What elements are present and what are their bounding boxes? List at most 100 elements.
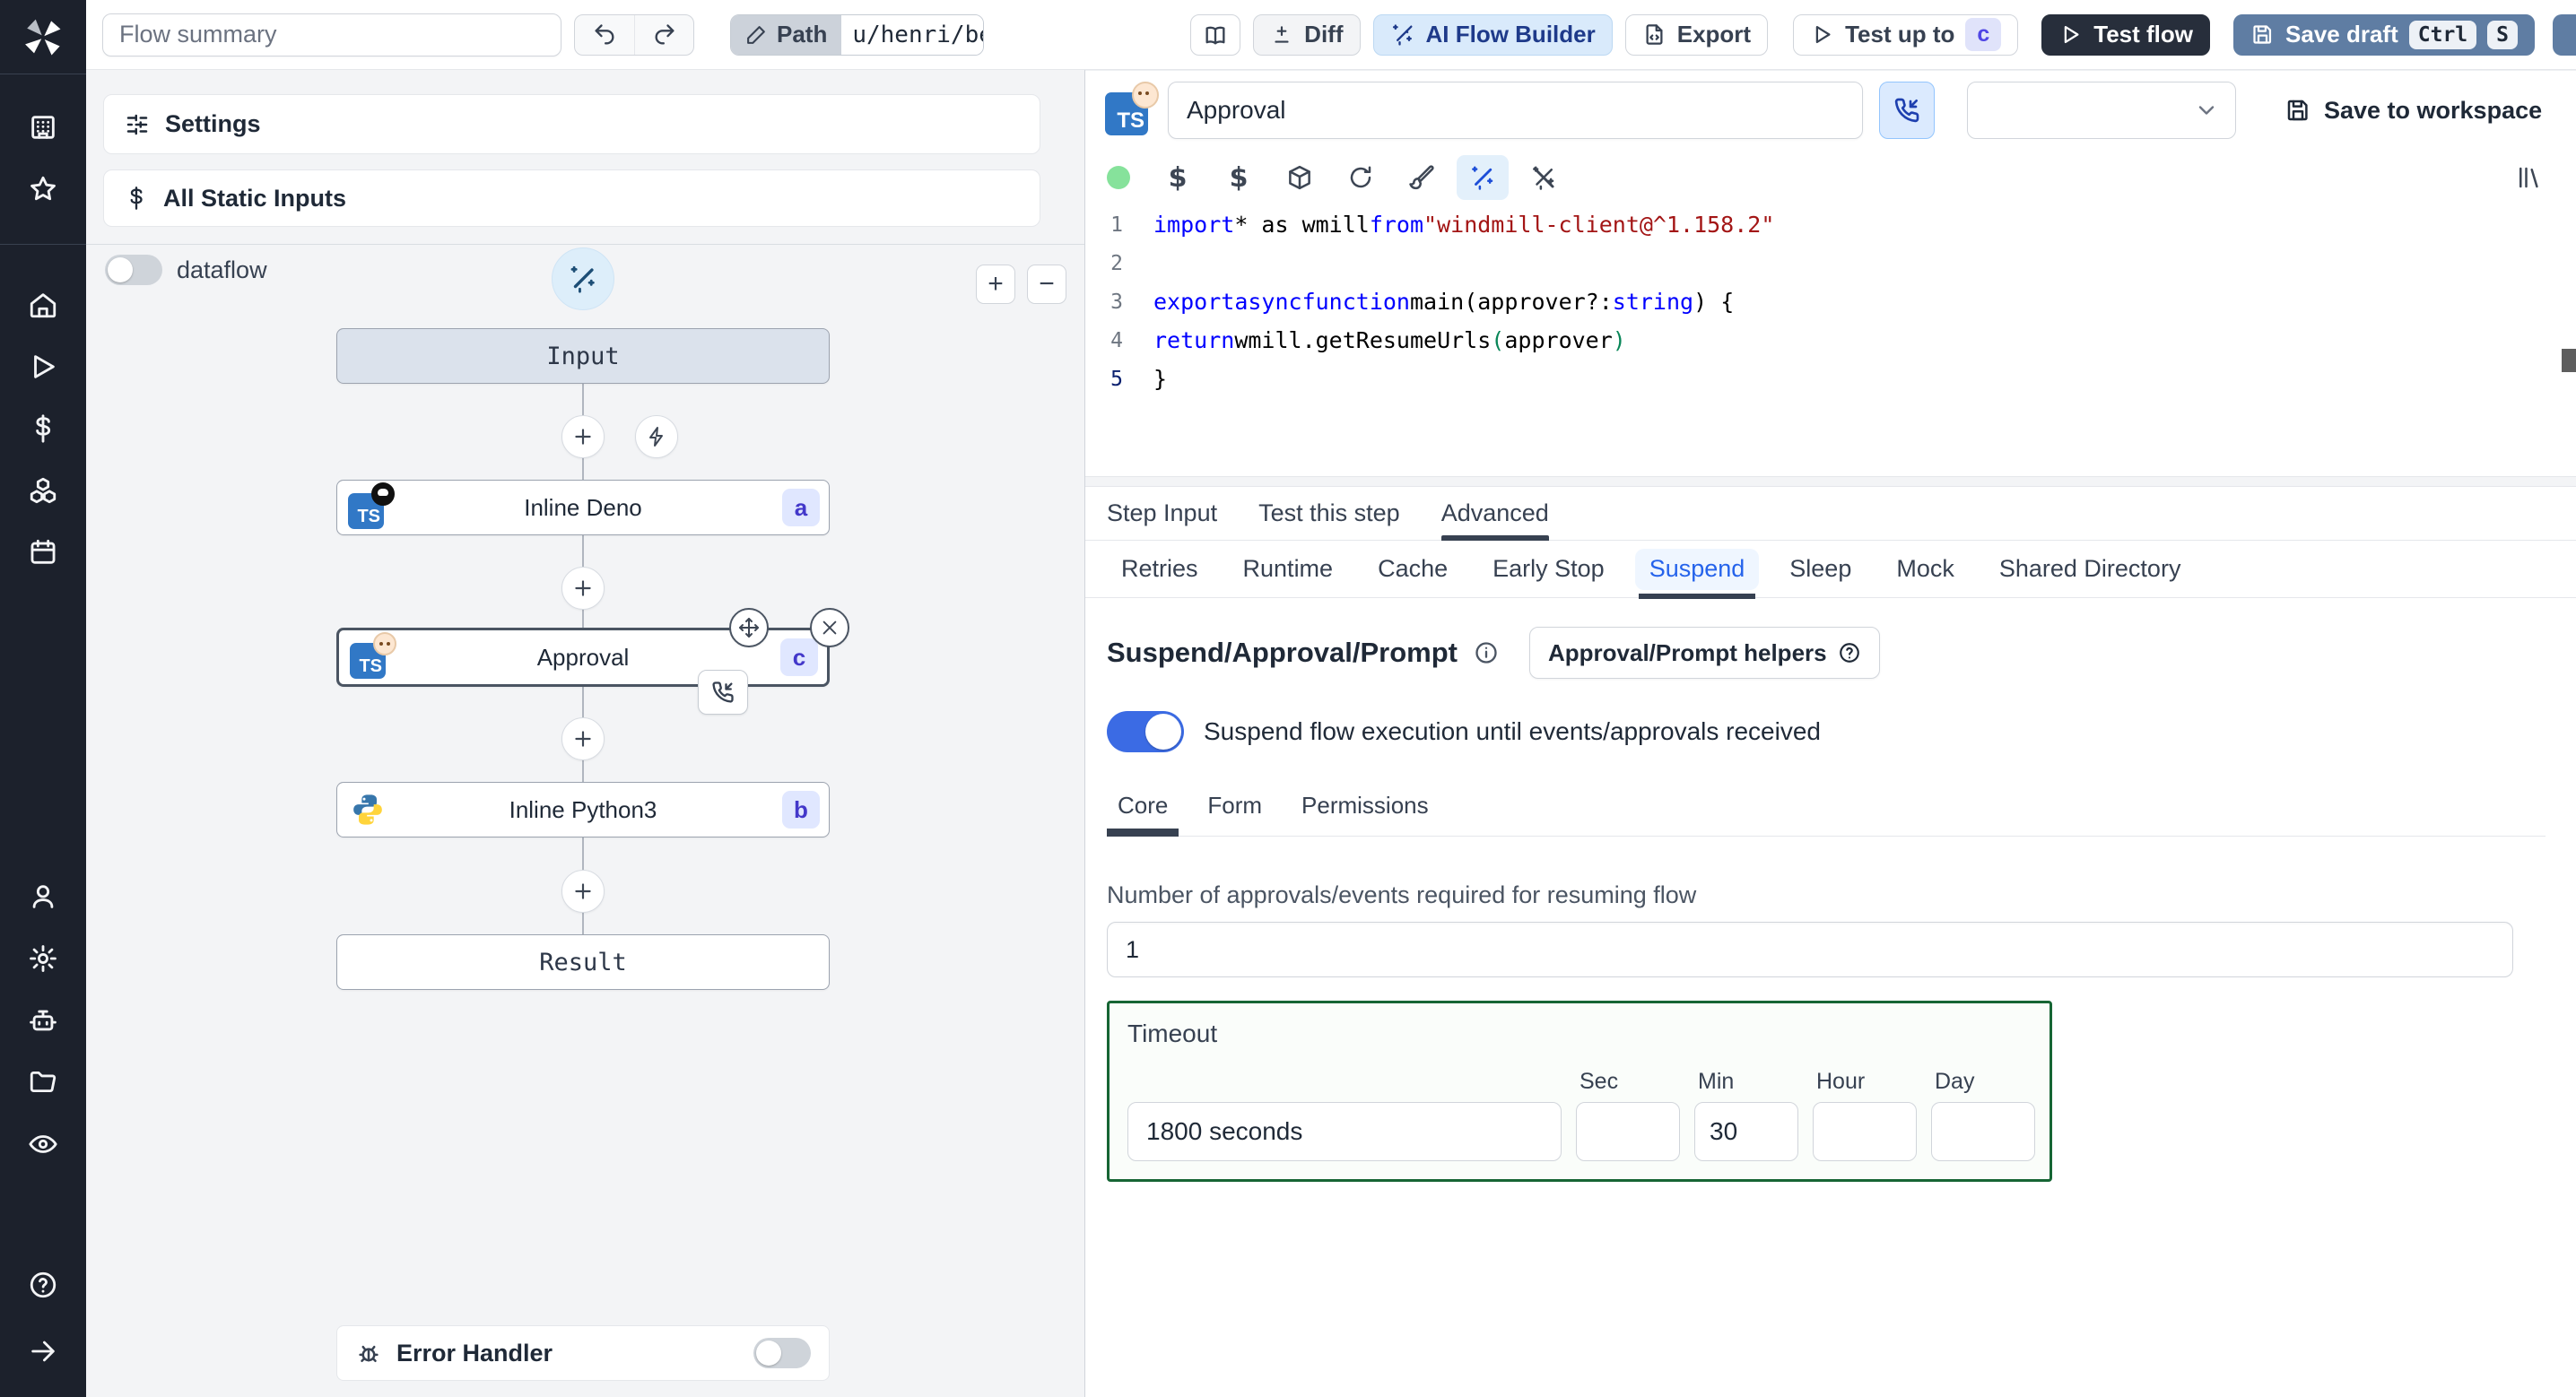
redo-button[interactable] xyxy=(634,14,693,55)
tab-test-this-step[interactable]: Test this step xyxy=(1258,487,1400,540)
tab-advanced[interactable]: Advanced xyxy=(1440,487,1549,541)
save-to-workspace-button[interactable]: Save to workspace xyxy=(2284,97,2542,125)
collapse-arrow-right-icon[interactable] xyxy=(14,1323,72,1380)
runs-play-icon[interactable] xyxy=(14,338,72,395)
timeout-min-input[interactable] xyxy=(1694,1102,1798,1161)
variables-dollar-icon[interactable] xyxy=(14,400,72,457)
code-line[interactable]: 4 return wmill.getResumeUrls(approver) xyxy=(1085,321,2576,360)
flow-summary-input[interactable] xyxy=(102,13,561,56)
suspend-phone-badge[interactable] xyxy=(698,670,748,715)
ai-wand-button[interactable] xyxy=(552,247,614,310)
user-icon[interactable] xyxy=(14,868,72,925)
error-handler-toggle[interactable] xyxy=(753,1338,811,1368)
timeout-sec-label: Sec xyxy=(1580,1069,1619,1094)
add-step-button[interactable] xyxy=(561,567,605,610)
gear-icon[interactable] xyxy=(14,930,72,987)
timeout-hour-input[interactable] xyxy=(1813,1102,1917,1161)
export-button[interactable]: Export xyxy=(1624,13,1769,56)
timeout-sec-input[interactable] xyxy=(1576,1102,1680,1161)
star-icon[interactable] xyxy=(14,161,72,218)
step-header: TS Save to workspace xyxy=(1085,71,2576,150)
zoom-in-button[interactable]: + xyxy=(976,265,1015,304)
subtab-early-stop[interactable]: Early Stop xyxy=(1478,549,1619,590)
test-up-to-button[interactable]: Test up to c xyxy=(1793,13,2019,56)
path-button[interactable]: Path xyxy=(731,14,842,55)
dataflow-toggle[interactable] xyxy=(105,255,162,285)
node-result[interactable]: Result xyxy=(336,934,830,990)
test-flow-button[interactable]: Test flow xyxy=(2041,13,2211,56)
library-icon[interactable] xyxy=(2502,155,2554,200)
step-name-input[interactable] xyxy=(1168,82,1863,139)
subtab-shared-directory[interactable]: Shared Directory xyxy=(1985,549,2196,590)
error-handler-card[interactable]: Error Handler xyxy=(336,1325,830,1381)
code-line[interactable]: 3 export async function main(approver?: s… xyxy=(1085,282,2576,321)
timeout-group: Timeout Sec Min xyxy=(1107,1001,2052,1182)
tab-permissions[interactable]: Permissions xyxy=(1301,792,1429,836)
test-up-to-step-badge: c xyxy=(1965,18,2002,51)
workers-robot-icon[interactable] xyxy=(14,992,72,1049)
zoom-out-button[interactable]: − xyxy=(1027,265,1066,304)
node-inline-deno[interactable]: TS Inline Deno a xyxy=(336,480,830,535)
save-draft-button[interactable]: Save draft Ctrl S xyxy=(2233,13,2535,56)
path-value[interactable]: u/henri/bes xyxy=(841,14,984,55)
subtab-retries[interactable]: Retries xyxy=(1107,549,1213,590)
approval-prompt-helpers-button[interactable]: Approval/Prompt helpers xyxy=(1528,627,1880,679)
path-group: Path u/henri/bes xyxy=(730,13,985,56)
windmill-logo[interactable] xyxy=(20,14,66,61)
move-step-button[interactable] xyxy=(729,608,769,647)
suspend-phone-button[interactable] xyxy=(1879,82,1935,139)
code-line[interactable]: 2 xyxy=(1085,244,2576,282)
tag-select[interactable] xyxy=(1967,82,2236,139)
approvals-required-input[interactable] xyxy=(1107,922,2513,977)
add-step-button[interactable] xyxy=(561,717,605,760)
node-input[interactable]: Input xyxy=(336,328,830,384)
code-line[interactable]: 1 import * as wmill from "windmill-client… xyxy=(1085,205,2576,244)
windmill-flow-editor: Path u/henri/bes Diff AI Flow Builder Ex… xyxy=(0,0,2576,1397)
ai-wand-off-icon[interactable] xyxy=(1518,155,1570,200)
resources-boxes-icon[interactable] xyxy=(14,462,72,519)
format-brush-icon[interactable] xyxy=(1396,155,1448,200)
add-step-button[interactable] xyxy=(561,415,605,458)
tab-step-input[interactable]: Step Input xyxy=(1107,487,1217,540)
subtab-runtime[interactable]: Runtime xyxy=(1229,549,1348,590)
package-icon[interactable] xyxy=(1274,155,1326,200)
timeout-day-input[interactable] xyxy=(1931,1102,2035,1161)
resources-dollar-icon[interactable]: $ xyxy=(1213,155,1265,200)
node-inline-python3[interactable]: Inline Python3 b xyxy=(336,782,830,837)
suspend-toggle[interactable] xyxy=(1107,711,1184,752)
info-icon[interactable] xyxy=(1474,640,1499,665)
ai-flow-builder-button[interactable]: AI Flow Builder xyxy=(1372,13,1613,56)
play-icon xyxy=(1815,25,1831,44)
add-step-button[interactable] xyxy=(561,870,605,913)
diff-button[interactable]: Diff xyxy=(1253,13,1361,56)
deploy-button-partial[interactable] xyxy=(2553,13,2576,56)
panel-splitter[interactable] xyxy=(1085,476,2576,487)
building-icon[interactable] xyxy=(14,99,72,156)
help-icon[interactable] xyxy=(14,1256,72,1314)
code-editor[interactable]: 1 import * as wmill from "windmill-client… xyxy=(1085,205,2576,476)
home-icon[interactable] xyxy=(14,276,72,334)
tab-core[interactable]: Core xyxy=(1106,792,1179,837)
kbd-ctrl: Ctrl xyxy=(2408,20,2477,49)
docs-book-button[interactable] xyxy=(1190,13,1241,56)
code-line[interactable]: 5} xyxy=(1085,360,2576,398)
folder-icon[interactable] xyxy=(14,1054,72,1111)
all-static-inputs-button[interactable]: All Static Inputs xyxy=(103,169,1040,227)
subtab-mock[interactable]: Mock xyxy=(1882,549,1969,590)
eye-icon[interactable] xyxy=(14,1115,72,1173)
flow-settings-button[interactable]: Settings xyxy=(103,94,1040,154)
add-trigger-button[interactable] xyxy=(635,415,678,458)
editor-scrollbar[interactable] xyxy=(2562,349,2576,372)
variables-dollar-icon[interactable]: $ xyxy=(1152,155,1204,200)
reload-icon[interactable] xyxy=(1335,155,1387,200)
subtab-cache[interactable]: Cache xyxy=(1363,549,1462,590)
timeout-seconds-input[interactable] xyxy=(1127,1102,1562,1161)
tab-form[interactable]: Form xyxy=(1207,792,1262,836)
schedules-calendar-icon[interactable] xyxy=(14,524,72,581)
subtab-suspend[interactable]: Suspend xyxy=(1634,548,1760,599)
step-id-badge: b xyxy=(782,791,820,829)
undo-button[interactable] xyxy=(575,15,634,55)
delete-step-button[interactable] xyxy=(810,608,849,647)
subtab-sleep[interactable]: Sleep xyxy=(1775,549,1866,590)
ai-wand-icon[interactable] xyxy=(1457,155,1509,200)
